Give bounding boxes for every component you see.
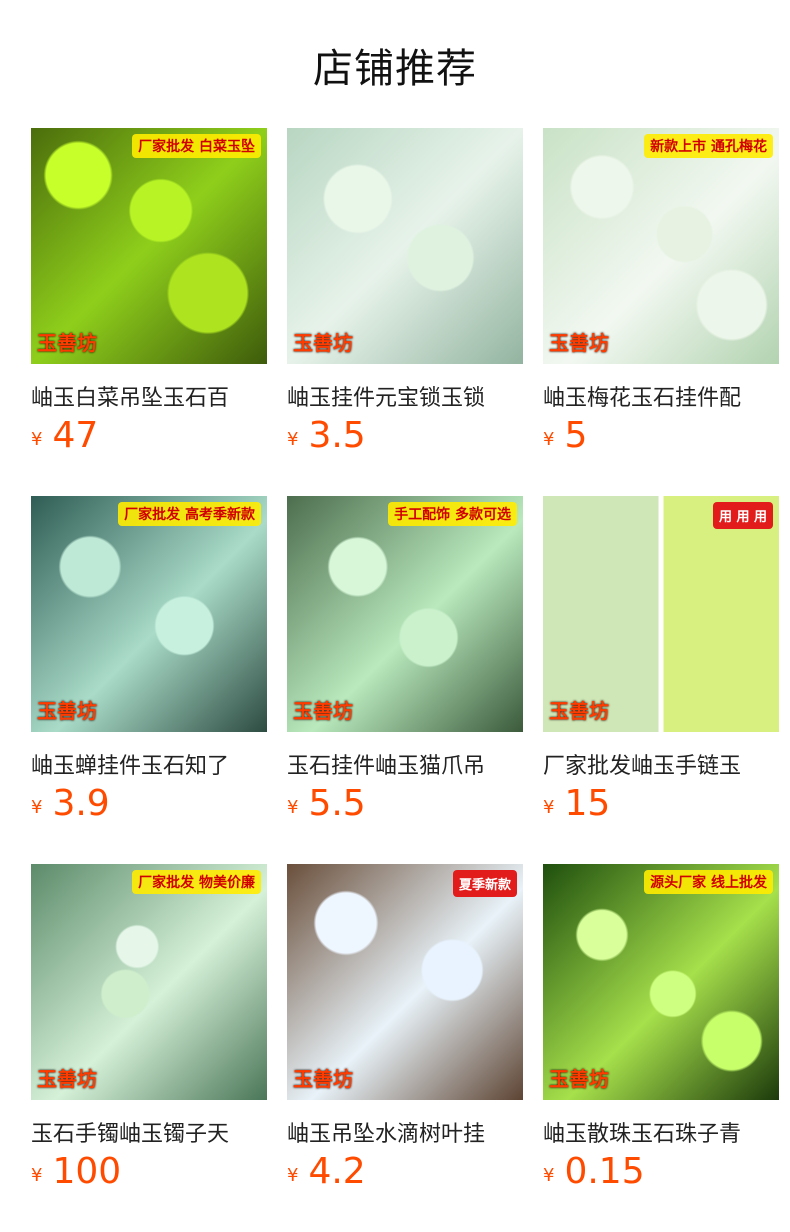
- product-image[interactable]: 源头厂家 线上批发 玉善坊: [543, 864, 779, 1100]
- currency-symbol: ¥: [31, 1165, 43, 1186]
- page-title: 店铺推荐: [313, 46, 477, 92]
- product-price: ¥3.5: [287, 418, 523, 460]
- product-card[interactable]: 夏季新款 玉善坊 岫玉吊坠水滴树叶挂 ¥4.2: [287, 864, 523, 1196]
- price-value: 100: [52, 1151, 122, 1192]
- product-card[interactable]: 厂家批发 高考季新款 玉善坊 岫玉蝉挂件玉石知了 ¥3.9: [31, 496, 267, 828]
- brand-watermark: 玉善坊: [293, 331, 353, 355]
- product-image[interactable]: 厂家批发 高考季新款 玉善坊: [31, 496, 267, 732]
- product-price: ¥100: [31, 1154, 267, 1196]
- product-name[interactable]: 岫玉白菜吊坠玉石百: [31, 380, 267, 412]
- price-value: 5.5: [308, 783, 366, 824]
- currency-symbol: ¥: [287, 1165, 299, 1186]
- brand-watermark: 玉善坊: [293, 699, 353, 723]
- product-price: ¥47: [31, 418, 267, 460]
- product-card[interactable]: 手工配饰 多款可选 玉善坊 玉石挂件岫玉猫爪吊 ¥5.5: [287, 496, 523, 828]
- price-value: 3.9: [52, 783, 110, 824]
- product-price: ¥4.2: [287, 1154, 523, 1196]
- currency-symbol: ¥: [287, 797, 299, 818]
- overlay-text: 源头厂家 线上批发: [644, 870, 773, 894]
- brand-watermark: 玉善坊: [293, 1067, 353, 1091]
- product-name[interactable]: 岫玉蝉挂件玉石知了: [31, 748, 267, 780]
- product-price: ¥3.9: [31, 786, 267, 828]
- product-card[interactable]: 用 用 用 玉善坊 厂家批发岫玉手链玉 ¥15: [543, 496, 779, 828]
- overlay-text: 夏季新款: [452, 870, 517, 897]
- brand-watermark: 玉善坊: [37, 331, 97, 355]
- product-price: ¥15: [543, 786, 779, 828]
- price-value: 5: [564, 415, 588, 456]
- overlay-text: 厂家批发 物美价廉: [132, 870, 261, 894]
- product-image[interactable]: 用 用 用 玉善坊: [543, 496, 779, 732]
- currency-symbol: ¥: [31, 797, 43, 818]
- brand-watermark: 玉善坊: [549, 699, 609, 723]
- product-name[interactable]: 玉石挂件岫玉猫爪吊: [287, 748, 523, 780]
- brand-watermark: 玉善坊: [549, 331, 609, 355]
- product-card[interactable]: 厂家批发 物美价廉 玉善坊 玉石手镯岫玉镯子天 ¥100: [31, 864, 267, 1196]
- product-card[interactable]: 厂家批发 白菜玉坠 玉善坊 岫玉白菜吊坠玉石百 ¥47: [31, 128, 267, 460]
- product-name[interactable]: 岫玉吊坠水滴树叶挂: [287, 1116, 523, 1148]
- currency-symbol: ¥: [543, 797, 555, 818]
- brand-watermark: 玉善坊: [37, 1067, 97, 1091]
- product-name[interactable]: 玉石手镯岫玉镯子天: [31, 1116, 267, 1148]
- price-value: 4.2: [308, 1151, 366, 1192]
- product-image[interactable]: 玉善坊: [287, 128, 523, 364]
- product-name[interactable]: 岫玉散珠玉石珠子青: [543, 1116, 779, 1148]
- brand-watermark: 玉善坊: [37, 699, 97, 723]
- overlay-text: 手工配饰 多款可选: [388, 502, 517, 526]
- product-price: ¥5.5: [287, 786, 523, 828]
- product-image[interactable]: 手工配饰 多款可选 玉善坊: [287, 496, 523, 732]
- product-image[interactable]: 夏季新款 玉善坊: [287, 864, 523, 1100]
- product-price: ¥5: [543, 418, 779, 460]
- product-name[interactable]: 厂家批发岫玉手链玉: [543, 748, 779, 780]
- price-value: 0.15: [564, 1151, 645, 1192]
- currency-symbol: ¥: [543, 1165, 555, 1186]
- product-image[interactable]: 厂家批发 物美价廉 玉善坊: [31, 864, 267, 1100]
- product-card[interactable]: 新款上市 通孔梅花 玉善坊 岫玉梅花玉石挂件配 ¥5: [543, 128, 779, 460]
- product-card[interactable]: 玉善坊 岫玉挂件元宝锁玉锁 ¥3.5: [287, 128, 523, 460]
- overlay-text: 新款上市 通孔梅花: [644, 134, 773, 158]
- overlay-text: 用 用 用: [712, 502, 773, 529]
- currency-symbol: ¥: [31, 429, 43, 450]
- product-card[interactable]: 源头厂家 线上批发 玉善坊 岫玉散珠玉石珠子青 ¥0.15: [543, 864, 779, 1196]
- product-price: ¥0.15: [543, 1154, 779, 1196]
- brand-watermark: 玉善坊: [549, 1067, 609, 1091]
- product-image[interactable]: 新款上市 通孔梅花 玉善坊: [543, 128, 779, 364]
- price-value: 15: [564, 783, 611, 824]
- currency-symbol: ¥: [287, 429, 299, 450]
- product-name[interactable]: 岫玉梅花玉石挂件配: [543, 380, 779, 412]
- price-value: 3.5: [308, 415, 366, 456]
- product-image[interactable]: 厂家批发 白菜玉坠 玉善坊: [31, 128, 267, 364]
- currency-symbol: ¥: [543, 429, 555, 450]
- overlay-text: 厂家批发 高考季新款: [118, 502, 261, 526]
- store-recommendations-page: 店铺推荐 厂家批发 白菜玉坠 玉善坊 岫玉白菜吊坠玉石百 ¥47 玉善坊 岫玉挂…: [0, 0, 790, 1232]
- product-name[interactable]: 岫玉挂件元宝锁玉锁: [287, 380, 523, 412]
- price-value: 47: [52, 415, 99, 456]
- overlay-text: 厂家批发 白菜玉坠: [132, 134, 261, 158]
